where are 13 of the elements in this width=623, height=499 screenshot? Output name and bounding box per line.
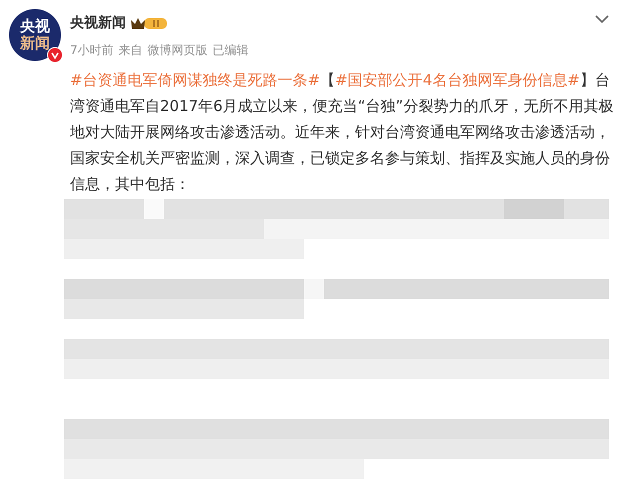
avatar[interactable]: 央视 新闻 xyxy=(9,9,61,61)
avatar-text: 央视 xyxy=(20,18,50,35)
post-text: #台资通电军倚网谋独终是死路一条#【#国安部公开4名台独网军身份信息#】台湾资通电军自2017年6月成立以来，便充当“台独”分裂势力的爪牙，无所不用其极地对大陆开展网络攻击渗透活动。近年来，针对台湾资通电军网络攻击渗透活动，国家安全机关严密监测，深入调查，已锁定多名参与策划、指挥及实施人员的身份信息，其中包括： xyxy=(70,70,614,195)
post-meta: 已编辑 xyxy=(212,42,249,59)
post-meta: 来自 xyxy=(118,42,143,59)
post-meta[interactable]: 微博网页版 xyxy=(148,42,208,59)
crown-badge-icon xyxy=(130,15,168,31)
topic-link[interactable]: #台资通电军倚网谋独终是死路一条# xyxy=(70,71,320,89)
post-meta: 7小时前 xyxy=(70,42,114,59)
avatar-text: 新闻 xyxy=(20,35,50,52)
topic-link[interactable]: #国安部公开4名台独网军身份信息# xyxy=(335,71,580,89)
author-name[interactable]: 央视新闻 xyxy=(70,14,126,32)
chevron-down-icon[interactable] xyxy=(595,15,609,24)
